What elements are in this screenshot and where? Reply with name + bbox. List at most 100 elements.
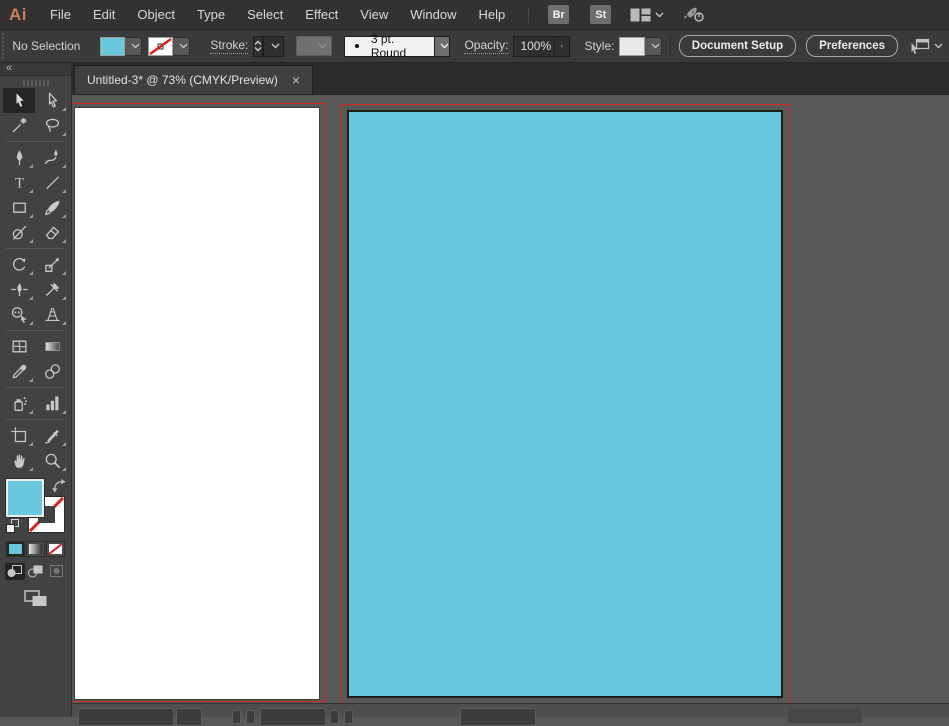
preferences-button[interactable]: Preferences	[806, 35, 898, 57]
menu-type[interactable]: Type	[186, 7, 236, 22]
document-tab-bar: Untitled-3* @ 73% (CMYK/Preview) ×	[72, 63, 949, 95]
rectangle-tool[interactable]	[3, 195, 35, 220]
hand-tool[interactable]	[3, 448, 35, 473]
menu-edit[interactable]: Edit	[82, 7, 126, 22]
magic-wand-tool[interactable]	[3, 113, 35, 138]
opacity-input[interactable]: 100%	[513, 36, 555, 57]
stroke-weight-stepper[interactable]	[253, 36, 263, 57]
shaper-tool[interactable]	[3, 220, 35, 245]
gpu-performance-icon[interactable]	[680, 6, 706, 23]
artboard-tool[interactable]	[3, 423, 35, 448]
stroke-color-control[interactable]	[148, 37, 190, 56]
workspace-switcher-icon[interactable]	[630, 8, 664, 22]
opacity-expand-button[interactable]	[555, 36, 570, 57]
width-tool[interactable]	[3, 277, 35, 302]
menu-bar: Ai FileEditObjectTypeSelectEffectViewWin…	[0, 0, 949, 30]
blend-tool[interactable]	[36, 359, 68, 384]
tools-panel: « T	[0, 63, 72, 717]
last-artboard-button[interactable]	[344, 710, 353, 724]
stroke-weight-label[interactable]: Stroke:	[210, 38, 248, 54]
toolbar-collapse-button[interactable]: «	[0, 63, 71, 76]
gradient-tool[interactable]	[36, 334, 68, 359]
previous-artboard-button[interactable]	[246, 710, 255, 724]
artboard-right-blue-rectangle[interactable]	[347, 110, 783, 698]
zoom-level-field[interactable]	[78, 708, 174, 726]
screen-mode-button[interactable]	[24, 590, 48, 612]
first-artboard-button[interactable]	[232, 710, 241, 724]
draw-behind-button[interactable]	[26, 563, 46, 580]
style-control[interactable]	[619, 37, 662, 56]
symbol-sprayer-tool[interactable]	[3, 391, 35, 416]
zoom-tool[interactable]	[36, 448, 68, 473]
pen-tool[interactable]	[3, 145, 35, 170]
puppet-warp-tool[interactable]	[36, 277, 68, 302]
perspective-grid-tool[interactable]	[36, 302, 68, 327]
toolbar-separator	[6, 141, 65, 142]
brush-dropdown	[435, 36, 451, 57]
menu-object[interactable]: Object	[126, 7, 186, 22]
panel-grip[interactable]	[2, 33, 4, 59]
stock-button[interactable]: St	[590, 5, 611, 24]
type-tool[interactable]: T	[3, 170, 35, 195]
none-button[interactable]	[46, 541, 65, 557]
bridge-button[interactable]: Br	[548, 5, 569, 24]
document-setup-button[interactable]: Document Setup	[679, 35, 796, 57]
tool-grid: T	[0, 88, 71, 473]
rotate-tool[interactable]	[3, 252, 35, 277]
chevron-down-icon	[318, 43, 327, 49]
default-fill-stroke-icon[interactable]	[6, 519, 22, 535]
eyedropper-tool[interactable]	[3, 359, 35, 384]
curvature-tool[interactable]	[36, 145, 68, 170]
drawing-mode-buttons	[0, 563, 71, 580]
brush-definition-control[interactable]: 3 pt. Round	[344, 36, 450, 57]
scale-tool[interactable]	[36, 252, 68, 277]
menu-help[interactable]: Help	[467, 7, 516, 22]
selection-tool[interactable]	[3, 88, 35, 113]
chevron-down-icon	[440, 43, 449, 49]
stroke-none-swatch[interactable]	[148, 37, 173, 56]
stroke-weight-dropdown[interactable]	[263, 36, 284, 57]
shape-builder-tool[interactable]	[3, 302, 35, 327]
brush-preset-value[interactable]: 3 pt. Round	[344, 36, 434, 57]
eraser-tool[interactable]	[36, 220, 68, 245]
slice-tool[interactable]	[36, 423, 68, 448]
menu-view[interactable]: View	[349, 7, 399, 22]
menu-window[interactable]: Window	[399, 7, 467, 22]
gradient-button[interactable]	[26, 541, 45, 557]
status-display-dropdown[interactable]	[460, 708, 536, 726]
direct-selection-tool[interactable]	[36, 88, 68, 113]
document-tab-title: Untitled-3* @ 73% (CMYK/Preview)	[87, 73, 278, 87]
opacity-label[interactable]: Opacity:	[464, 38, 508, 54]
artboard-left[interactable]	[74, 107, 320, 700]
draw-normal-button[interactable]	[5, 563, 25, 580]
tab-close-icon[interactable]: ×	[292, 73, 300, 87]
next-artboard-button[interactable]	[330, 710, 339, 724]
menu-file[interactable]: File	[39, 7, 82, 22]
mesh-tool[interactable]	[3, 334, 35, 359]
toolbar-grip[interactable]	[23, 80, 49, 86]
document-tab[interactable]: Untitled-3* @ 73% (CMYK/Preview) ×	[74, 65, 313, 94]
fill-color-control[interactable]	[100, 37, 142, 56]
chevron-down-icon	[179, 43, 188, 49]
lasso-tool[interactable]	[36, 113, 68, 138]
fill-indicator[interactable]	[6, 479, 44, 517]
color-mode-buttons	[0, 541, 71, 557]
style-swatch[interactable]	[619, 37, 645, 56]
paintbrush-tool[interactable]	[36, 195, 68, 220]
toolbar-separator	[6, 387, 65, 388]
chevron-down-icon	[651, 43, 660, 49]
style-label[interactable]: Style:	[584, 39, 614, 53]
artboard-navigation-field[interactable]	[260, 708, 326, 726]
draw-inside-button[interactable]	[47, 563, 67, 580]
horizontal-scrollbar-thumb[interactable]	[788, 709, 862, 723]
color-button[interactable]	[6, 541, 25, 557]
column-graph-tool[interactable]	[36, 391, 68, 416]
line-segment-tool[interactable]	[36, 170, 68, 195]
fill-color-swatch[interactable]	[100, 37, 125, 56]
zoom-dropdown-button[interactable]	[176, 708, 202, 726]
swap-fill-stroke-icon[interactable]	[52, 479, 66, 498]
menu-effect[interactable]: Effect	[294, 7, 349, 22]
menu-select[interactable]: Select	[236, 7, 294, 22]
canvas-area[interactable]	[72, 95, 949, 703]
control-panel-menu-icon[interactable]	[910, 38, 943, 55]
